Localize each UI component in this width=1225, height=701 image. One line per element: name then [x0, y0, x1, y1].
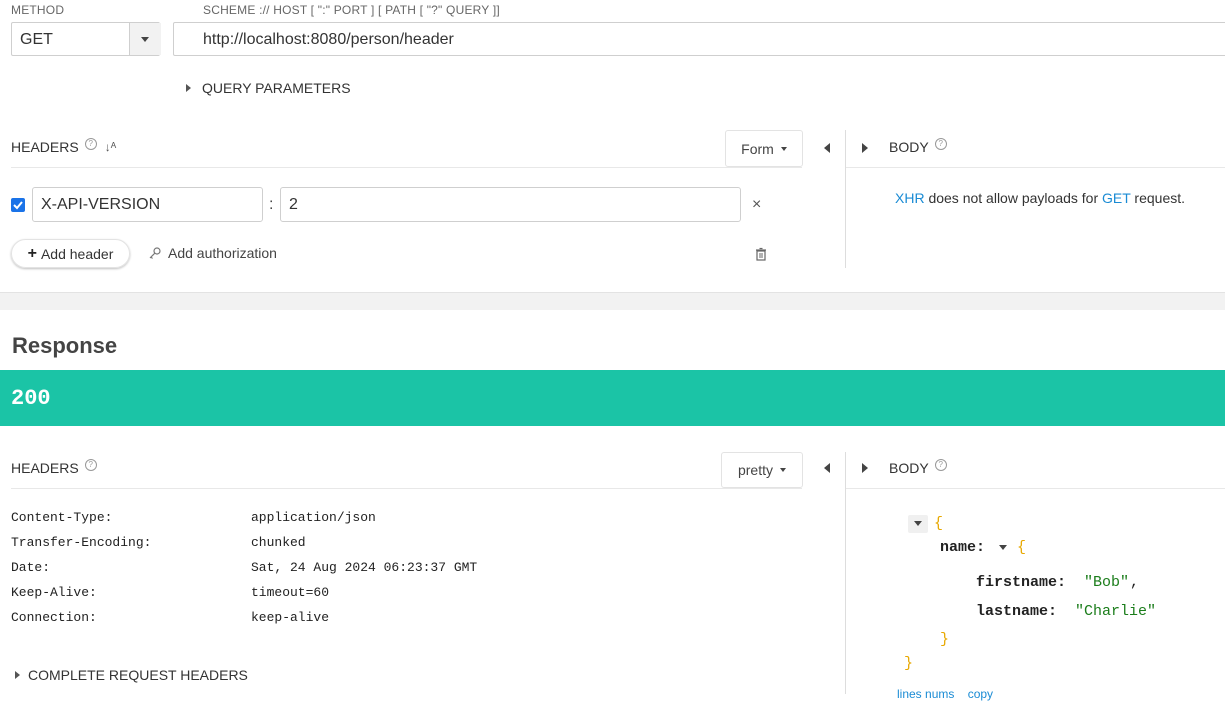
json-string: "Charlie"	[1075, 603, 1157, 620]
sort-icon[interactable]: ↓ᴬ	[105, 140, 116, 154]
json-brace: {	[1017, 539, 1027, 556]
response-header-name: Connection:	[11, 610, 97, 625]
help-icon[interactable]: ?	[84, 138, 97, 150]
response-body-heading: BODY ?	[889, 459, 947, 476]
checkmark-icon	[13, 201, 23, 210]
trash-icon[interactable]	[755, 247, 767, 264]
pretty-view-button[interactable]: pretty	[721, 452, 803, 488]
caret-down-icon	[914, 521, 922, 526]
response-headers-label: HEADERS	[11, 460, 79, 476]
header-value-input[interactable]: 2	[280, 187, 741, 222]
header-enabled-checkbox[interactable]	[11, 198, 25, 212]
collapse-left-icon[interactable]	[824, 143, 830, 153]
response-title: Response	[12, 333, 118, 358]
collapse-left-icon[interactable]	[824, 463, 830, 473]
caret-down-icon	[999, 545, 1007, 550]
json-brace: }	[904, 655, 914, 672]
plus-icon: +	[27, 244, 37, 262]
response-header-value: Sat, 24 Aug 2024 06:23:37 GMT	[251, 560, 478, 575]
form-view-button[interactable]: Form	[725, 130, 803, 167]
divider	[846, 167, 1225, 168]
method-select[interactable]: GET	[11, 22, 161, 56]
expand-right-icon[interactable]	[862, 463, 868, 473]
request-body-heading: BODY ?	[889, 138, 947, 155]
json-key: firstname:	[976, 574, 1067, 591]
remove-header-icon[interactable]: ×	[752, 196, 761, 214]
url-value: http://localhost:8080/person/header	[203, 31, 454, 48]
response-header-value: timeout=60	[251, 585, 330, 600]
json-key: lastname:	[976, 603, 1058, 620]
xhr-link[interactable]: XHR	[895, 190, 925, 206]
response-header-value: chunked	[251, 535, 306, 550]
get-link[interactable]: GET	[1102, 190, 1131, 206]
collapse-toggle[interactable]	[996, 539, 1010, 557]
request-body-label: BODY	[889, 139, 929, 155]
section-separator	[0, 292, 1225, 310]
add-header-button[interactable]: + Add header	[11, 239, 130, 268]
caret-right-icon	[15, 671, 20, 679]
pretty-label: pretty	[737, 462, 773, 478]
message-end: request.	[1130, 190, 1186, 206]
query-parameters-toggle[interactable]: QUERY PARAMETERS	[186, 80, 351, 96]
chevron-down-icon	[141, 37, 149, 42]
response-header-name: Date:	[11, 560, 51, 575]
response-header-value: keep-alive	[251, 610, 330, 625]
chevron-down-icon	[780, 468, 786, 472]
message-text: does not allow payloads for	[924, 190, 1103, 206]
response-header-name: Transfer-Encoding:	[11, 535, 152, 550]
request-headers-label: HEADERS	[11, 139, 79, 155]
body-not-allowed-message: XHR does not allow payloads for GET requ…	[895, 190, 1185, 206]
body-footer-links: lines nums copy	[897, 687, 993, 701]
header-value-value: 2	[289, 196, 298, 213]
complete-request-headers-toggle[interactable]: COMPLETE REQUEST HEADERS	[15, 667, 248, 683]
request-headers-heading: HEADERS ? ↓ᴬ	[11, 138, 116, 155]
response-header-name: Content-Type:	[11, 510, 113, 525]
divider	[11, 488, 802, 489]
response-body-label: BODY	[889, 460, 929, 476]
line-numbers-link[interactable]: lines nums	[897, 687, 954, 701]
divider	[11, 167, 802, 168]
method-value: GET	[20, 31, 53, 48]
url-input[interactable]: http://localhost:8080/person/header	[173, 22, 1225, 56]
add-authorization-button[interactable]: Add authorization	[148, 245, 277, 261]
url-format-label: SCHEME :// HOST [ ":" PORT ] [ PATH [ "?…	[203, 3, 500, 17]
expand-right-icon[interactable]	[862, 143, 868, 153]
json-key: name:	[940, 539, 986, 556]
complete-request-headers-label: COMPLETE REQUEST HEADERS	[28, 667, 248, 683]
copy-link[interactable]: copy	[968, 687, 993, 701]
help-icon[interactable]: ?	[84, 459, 97, 471]
json-brace: {	[934, 515, 944, 532]
header-name-value: X-API-VERSION	[41, 196, 161, 213]
divider	[846, 488, 1225, 489]
add-header-label: Add header	[40, 245, 114, 262]
method-label: METHOD	[11, 3, 65, 17]
status-code: 200	[11, 386, 51, 411]
json-string: "Bob"	[1084, 574, 1130, 591]
response-headers-heading: HEADERS ?	[11, 459, 97, 476]
panel-splitter[interactable]	[845, 130, 846, 268]
chevron-down-icon	[780, 146, 787, 151]
form-label: Form	[741, 140, 774, 157]
add-authorization-label: Add authorization	[168, 245, 277, 261]
help-icon[interactable]: ?	[934, 459, 947, 471]
method-dropdown-button[interactable]	[129, 23, 161, 55]
header-name-input[interactable]: X-API-VERSION	[32, 187, 263, 222]
query-parameters-label: QUERY PARAMETERS	[202, 80, 351, 96]
response-header-value: application/json	[251, 510, 376, 525]
status-bar: 200	[0, 370, 1225, 426]
caret-right-icon	[186, 84, 191, 92]
json-comma: ,	[1130, 574, 1140, 591]
key-icon	[149, 247, 161, 259]
json-brace: }	[940, 631, 950, 648]
collapse-toggle[interactable]	[908, 515, 928, 533]
header-separator: :	[269, 196, 274, 213]
help-icon[interactable]: ?	[934, 138, 947, 150]
response-header-name: Keep-Alive:	[11, 585, 97, 600]
